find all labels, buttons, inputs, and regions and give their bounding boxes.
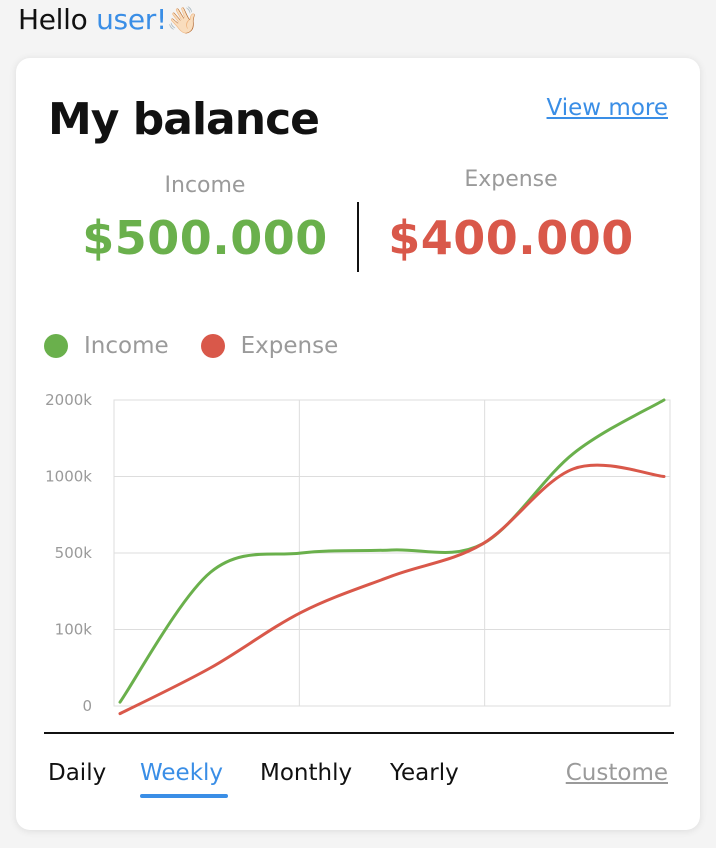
chart-legend: Income Expense xyxy=(44,332,370,360)
income-label: Income xyxy=(164,173,246,198)
legend-item-expense[interactable]: Expense xyxy=(200,332,339,360)
legend-item-income[interactable]: Income xyxy=(44,332,169,360)
view-more-link[interactable]: View more xyxy=(547,94,668,122)
y-tick-label: 1000k xyxy=(45,468,92,486)
legend-dot-icon xyxy=(200,334,225,358)
tabs-divider xyxy=(44,732,674,734)
income-value: $500.000 xyxy=(82,211,328,265)
income-stat: Income $500.000 xyxy=(80,172,330,266)
tab-yearly[interactable]: Yearly xyxy=(390,758,459,788)
y-tick-label: 100k xyxy=(55,621,93,639)
expense-stat: Expense $400.000 xyxy=(376,166,646,266)
expense-label: Expense xyxy=(464,167,558,192)
balance-line-chart: 0 100k 500k 1000k 2000k xyxy=(45,391,671,716)
tab-weekly[interactable]: Weekly xyxy=(140,758,223,788)
legend-dot-icon xyxy=(44,334,68,358)
y-tick-label: 0 xyxy=(82,697,92,715)
expense-value: $400.000 xyxy=(388,211,634,265)
tab-daily[interactable]: Daily xyxy=(48,758,106,788)
y-tick-label: 500k xyxy=(55,544,93,562)
series-line-expense xyxy=(118,463,666,716)
legend-label-income: Income xyxy=(84,333,169,359)
waving-hand-icon: 👋🏻 xyxy=(166,6,199,36)
stat-divider xyxy=(357,202,359,272)
tab-custom[interactable]: Custome xyxy=(566,758,668,788)
balance-card: My balance View more Income $500.000 Exp… xyxy=(16,58,700,830)
card-title: My balance xyxy=(48,94,320,145)
y-tick-label: 2000k xyxy=(45,391,92,409)
tab-monthly[interactable]: Monthly xyxy=(260,758,352,788)
greeting-header: Hello user!👋🏻 xyxy=(18,2,199,39)
series-line-income xyxy=(118,398,666,704)
active-tab-indicator xyxy=(140,794,228,798)
greeting-hello: Hello xyxy=(18,3,88,36)
legend-label-expense: Expense xyxy=(240,333,339,359)
greeting-username: user! xyxy=(96,3,167,36)
